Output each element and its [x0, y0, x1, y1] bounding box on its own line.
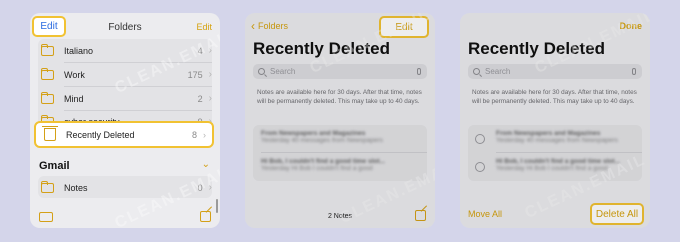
folder-name: Italiano — [64, 45, 94, 56]
edit-button[interactable]: Edit — [196, 22, 212, 32]
folder-name: Notes — [64, 182, 88, 193]
folder-icon — [41, 91, 54, 104]
deletion-notice: Notes are available here for 30 days. Af… — [257, 89, 422, 105]
page-title: Recently Deleted — [468, 39, 605, 58]
note-title: From Newspapers and Magazines — [496, 130, 601, 137]
notes-count: 2 Notes — [327, 213, 353, 220]
folder-row-work[interactable]: Work 175 › — [38, 63, 212, 86]
microphone-icon[interactable] — [417, 68, 421, 75]
folder-count: 175 — [187, 69, 203, 80]
note-row[interactable]: From Newspapers and Magazines Yesterday … — [496, 130, 634, 150]
gmail-section-header[interactable]: Gmail — [39, 160, 70, 172]
folder-icon — [41, 180, 54, 193]
delete-all-button[interactable]: Delete All — [590, 203, 644, 225]
microphone-icon[interactable] — [632, 68, 636, 75]
note-row[interactable]: Hi Bob, I couldn't find a good time slot… — [261, 158, 419, 178]
select-radio[interactable] — [475, 162, 485, 172]
chevron-right-icon: › — [203, 129, 206, 140]
search-field[interactable]: Search — [253, 64, 427, 79]
select-radio[interactable] — [475, 134, 485, 144]
note-title: Hi Bob, I couldn't find a good time slot… — [261, 158, 385, 165]
chevron-left-icon: ‹ — [251, 18, 255, 33]
page-title: Folders — [108, 22, 142, 33]
folder-row-mind[interactable]: Mind 2 › — [38, 87, 212, 110]
note-snippet: Yesterday 40 messages from Newspapers — [261, 137, 383, 144]
page-title: Recently Deleted — [253, 39, 390, 58]
chevron-right-icon: › — [208, 69, 212, 80]
search-placeholder: Search — [270, 67, 296, 76]
note-title: From Newspapers and Magazines — [261, 130, 366, 137]
notes-list: From Newspapers and Magazines Yesterday … — [253, 125, 427, 181]
folder-count: 4 — [197, 45, 203, 56]
search-placeholder: Search — [485, 67, 511, 76]
folders-panel: Edit Folders Edit Italiano 4 › Work 175 … — [30, 13, 220, 228]
folder-name: Mind — [64, 93, 84, 104]
folder-count: 8 — [191, 129, 197, 140]
folder-row-italiano[interactable]: Italiano 4 › — [38, 39, 212, 62]
search-icon — [473, 68, 480, 75]
chevron-right-icon: › — [208, 93, 212, 104]
notes-list: From Newspapers and Magazines Yesterday … — [468, 125, 642, 181]
folder-row-recently-deleted[interactable]: Recently Deleted 8 › — [34, 121, 214, 148]
compose-icon[interactable] — [200, 211, 211, 222]
back-button[interactable]: ‹ Folders — [251, 18, 289, 33]
note-row[interactable]: From Newspapers and Magazines Yesterday … — [261, 130, 419, 150]
note-title: Hi Bob, I couldn't find a good time slot… — [496, 158, 620, 165]
folders-nav-bar: Edit Folders Edit — [30, 13, 220, 41]
folder-row-notes[interactable]: Notes 0 › — [38, 176, 212, 199]
note-row[interactable]: Hi Bob, I couldn't find a good time slot… — [496, 158, 634, 178]
note-snippet: Yesterday 40 messages from Newspapers — [496, 137, 618, 144]
done-button[interactable]: Done — [620, 21, 643, 31]
folder-name: Recently Deleted — [66, 129, 135, 140]
note-snippet: Yesterday Hi Bob I couldn't find a good — [261, 165, 373, 172]
deletion-notice: Notes are available here for 30 days. Af… — [472, 89, 637, 105]
note-snippet: Yesterday Hi Bob I couldn't find a good — [496, 165, 608, 172]
trash-icon — [42, 126, 58, 141]
recently-deleted-panel: ‹ Folders Edit Recently Deleted Search N… — [245, 13, 435, 228]
folder-count: 2 — [197, 93, 203, 104]
folder-name: Work — [64, 69, 85, 80]
recently-deleted-edit-panel: Done Recently Deleted Search Notes are a… — [460, 13, 650, 228]
folder-icon — [41, 67, 54, 80]
folder-icon — [41, 43, 54, 56]
back-label: Folders — [258, 21, 289, 31]
search-field[interactable]: Search — [468, 64, 642, 79]
compose-icon[interactable] — [415, 210, 426, 221]
chevron-down-icon[interactable]: ⌄ — [202, 159, 210, 170]
edit-button-highlighted[interactable]: Edit — [379, 16, 429, 38]
chevron-right-icon: › — [208, 182, 212, 193]
new-folder-icon[interactable] — [39, 212, 53, 222]
search-icon — [258, 68, 265, 75]
move-all-button[interactable]: Move All — [468, 209, 502, 219]
chevron-right-icon: › — [208, 45, 212, 56]
folder-count: 0 — [197, 182, 203, 193]
bottom-toolbar — [30, 204, 220, 228]
